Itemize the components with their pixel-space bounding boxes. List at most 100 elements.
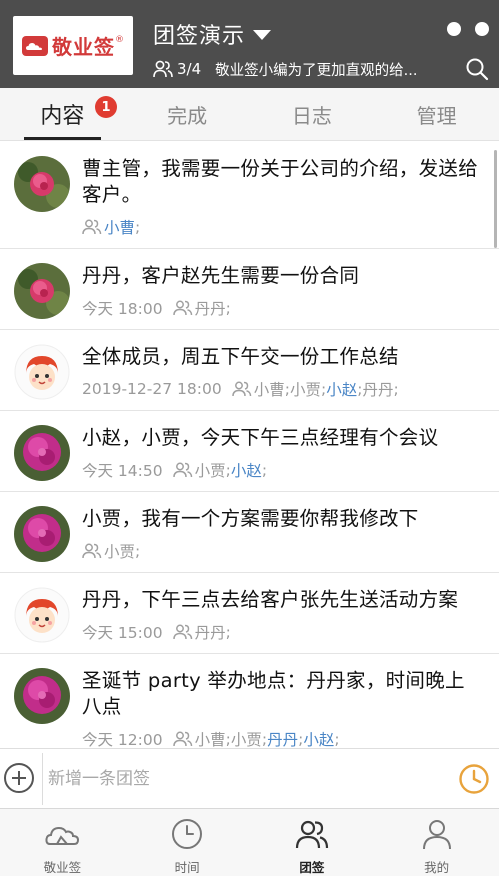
memo-item[interactable]: 丹丹，客户赵先生需要一份合同 今天 18:00 丹丹; <box>0 249 499 330</box>
reminder-time: 今天 12:00 <box>82 731 163 748</box>
members-icon <box>172 731 192 747</box>
divider <box>42 753 43 805</box>
members-icon <box>82 543 102 559</box>
avatar[interactable] <box>14 506 70 562</box>
progress-count: 3/4 <box>177 60 202 78</box>
scrollbar[interactable] <box>494 150 497 248</box>
new-memo-bar <box>0 748 499 808</box>
tab-done[interactable]: 完成 <box>125 88 250 140</box>
tab-label: 完成 <box>167 103 208 128</box>
group-title: 团签演示 <box>153 24 246 49</box>
person-icon <box>422 820 451 850</box>
dot-button-1[interactable] <box>447 22 461 36</box>
app-logo[interactable]: 敬业签 ® <box>13 16 133 75</box>
assignee-name[interactable]: 小赵 <box>231 459 262 481</box>
nav-home[interactable]: 敬业签 <box>0 809 125 876</box>
dot-button-2[interactable] <box>475 22 489 36</box>
add-button[interactable] <box>4 763 34 793</box>
assignee-name[interactable]: 丹丹 <box>195 621 226 643</box>
memo-item[interactable]: 小赵，小贾，今天下午三点经理有个会议 今天 14:50 小贾; 小赵; <box>0 411 499 492</box>
assignee-name[interactable]: 丹丹 <box>362 378 393 400</box>
group-icon <box>295 820 328 849</box>
memo-content: 小贾，我有一个方案需要你帮我修改下 小贾; <box>82 506 485 572</box>
separator: ; <box>225 299 231 317</box>
bottom-nav: 敬业签 时间 团签 我的 <box>0 808 499 876</box>
announcement-bar[interactable]: 3/4 敬业签小编为了更加直观的给... <box>153 56 489 82</box>
avatar[interactable] <box>14 425 70 481</box>
members-icon <box>172 462 192 478</box>
tab-label: 内容 <box>40 104 85 129</box>
memo-meta: 今天 12:00 小曹; 小贾; 丹丹; 小赵; <box>82 728 479 748</box>
avatar[interactable] <box>14 156 70 212</box>
assignee-name[interactable]: 小曹 <box>195 728 226 748</box>
memo-content: 全体成员，周五下午交一份工作总结 2019-12-27 18:00 小曹; 小贾; 小赵… <box>82 344 485 410</box>
assignee-name[interactable]: 小曹 <box>104 216 135 238</box>
tab-content[interactable]: 内容 1 <box>0 88 125 140</box>
assignee-name[interactable]: 小赵 <box>326 378 357 400</box>
new-memo-input[interactable] <box>48 759 438 799</box>
separator: ; <box>334 730 340 748</box>
nav-label: 敬业签 <box>43 860 82 875</box>
memo-text: 小赵，小贾，今天下午三点经理有个会议 <box>82 426 439 449</box>
avatar[interactable] <box>14 668 70 724</box>
nav-team[interactable]: 团签 <box>250 809 375 876</box>
registered-mark: ® <box>115 34 124 45</box>
search-icon[interactable] <box>465 57 489 81</box>
clock-icon <box>172 819 203 849</box>
assignee-name[interactable]: 小贾 <box>195 459 226 481</box>
header-actions <box>447 22 489 36</box>
nav-label: 团签 <box>299 860 325 875</box>
nav-time[interactable]: 时间 <box>125 809 250 876</box>
members-icon <box>82 219 102 235</box>
memo-list[interactable]: 曹主管，我需要一份关于公司的介绍，发送给客户。 小曹; 丹丹，客户赵先生需要一份合同… <box>0 142 499 748</box>
memo-meta: 今天 15:00 丹丹; <box>82 621 479 643</box>
memo-content: 小赵，小贾，今天下午三点经理有个会议 今天 14:50 小贾; 小赵; <box>82 425 485 491</box>
memo-meta: 小贾; <box>82 540 479 562</box>
logo-text: 敬业签 <box>52 35 115 59</box>
members-icon <box>172 300 192 316</box>
caret-down-icon <box>253 30 272 40</box>
separator: ; <box>135 542 141 560</box>
announcement-text: 敬业签小编为了更加直观的给... <box>215 62 418 79</box>
assignee-name[interactable]: 小贾 <box>104 540 135 562</box>
reminder-time: 今天 14:50 <box>82 462 163 480</box>
group-selector[interactable]: 团签演示 <box>153 18 272 50</box>
memo-meta: 2019-12-27 18:00 小曹; 小贾; 小赵; 丹丹; <box>82 378 479 400</box>
memo-text: 圣诞节 party 举办地点：丹丹家，时间晚上八点 <box>82 669 465 718</box>
separator: ; <box>225 623 231 641</box>
reminder-clock-icon[interactable] <box>458 763 490 795</box>
assignee-name[interactable]: 小曹 <box>254 378 285 400</box>
assignee-name[interactable]: 丹丹 <box>195 297 226 319</box>
memo-item[interactable]: 丹丹，下午三点去给客户张先生送活动方案今天 15:00 丹丹; <box>0 573 499 654</box>
memo-item[interactable]: 曹主管，我需要一份关于公司的介绍，发送给客户。 小曹; <box>0 142 499 249</box>
nav-label: 时间 <box>174 860 200 875</box>
avatar[interactable] <box>14 263 70 319</box>
memo-content: 丹丹，下午三点去给客户张先生送活动方案今天 15:00 丹丹; <box>82 587 485 653</box>
tab-bar: 内容 1 完成 日志 管理 <box>0 88 499 141</box>
tab-manage[interactable]: 管理 <box>374 88 499 140</box>
avatar[interactable] <box>14 587 70 643</box>
memo-item[interactable]: 小贾，我有一个方案需要你帮我修改下 小贾; <box>0 492 499 573</box>
cloud-logo-icon <box>22 35 48 56</box>
memo-item[interactable]: 圣诞节 party 举办地点：丹丹家，时间晚上八点 今天 12:00 小曹; 小贾; 丹… <box>0 654 499 748</box>
reminder-time: 今天 15:00 <box>82 624 163 642</box>
reminder-time: 今天 18:00 <box>82 300 163 318</box>
avatar[interactable] <box>14 344 70 400</box>
memo-meta: 今天 14:50 小贾; 小赵; <box>82 459 479 481</box>
tab-label: 管理 <box>416 103 457 128</box>
memo-item[interactable]: 全体成员，周五下午交一份工作总结 2019-12-27 18:00 小曹; 小贾; 小赵… <box>0 330 499 411</box>
tab-log[interactable]: 日志 <box>250 88 375 140</box>
assignee-name[interactable]: 小贾 <box>231 728 262 748</box>
assignee-name[interactable]: 小赵 <box>303 728 334 748</box>
memo-text: 丹丹，下午三点去给客户张先生送活动方案 <box>82 588 459 611</box>
nav-mine[interactable]: 我的 <box>374 809 499 876</box>
unread-badge: 1 <box>95 96 117 118</box>
memo-content: 圣诞节 party 举办地点：丹丹家，时间晚上八点 今天 12:00 小曹; 小贾; 丹… <box>82 668 485 748</box>
members-icon <box>231 381 251 397</box>
assignee-name[interactable]: 丹丹 <box>267 728 298 748</box>
nav-label: 我的 <box>424 860 450 875</box>
members-icon <box>153 60 173 78</box>
assignee-name[interactable]: 小贾 <box>290 378 321 400</box>
separator: ; <box>261 461 268 479</box>
logo-inner: 敬业签 ® <box>22 31 124 60</box>
